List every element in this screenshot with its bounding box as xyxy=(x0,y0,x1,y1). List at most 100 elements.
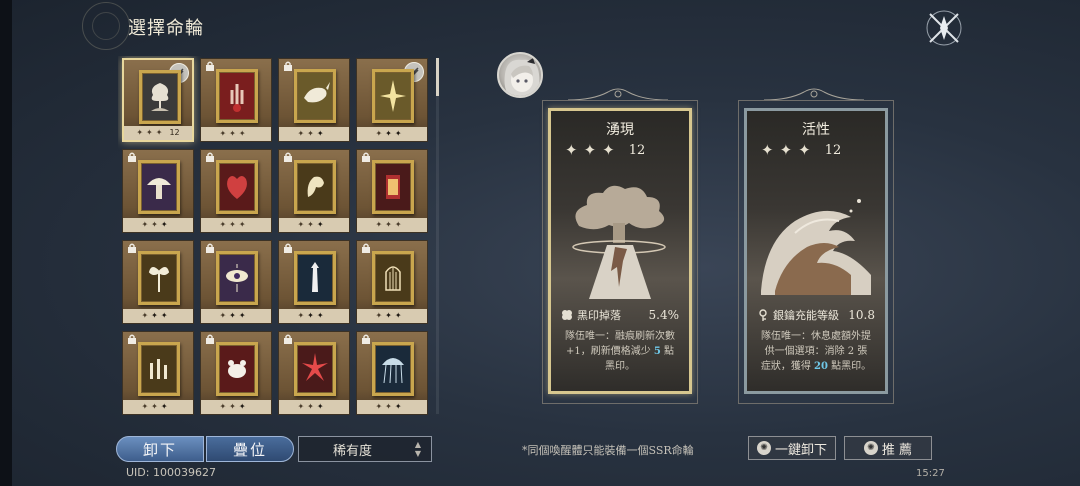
desc-line: +1，刷新價格減少 xyxy=(565,346,651,357)
diamond-star-icon: ✦ xyxy=(297,311,305,320)
lock-icon xyxy=(284,243,292,253)
card-art-frame xyxy=(216,251,258,305)
desc-line: 供一個選項：消除 2 張 xyxy=(764,346,868,357)
heart-art-icon xyxy=(227,176,247,199)
wheel-card[interactable]: ✦ ✦ ✦ xyxy=(356,58,428,142)
diamond-star-icon: ✦ xyxy=(146,128,153,137)
card-rank: ✦ ✦ ✦ 12 xyxy=(124,126,192,140)
lock-icon xyxy=(206,152,214,162)
stack-button[interactable]: 疊位 xyxy=(206,436,294,462)
card-rank: ✦ ✦ ✦ xyxy=(357,218,427,232)
wheel-card[interactable]: ✦ ✦ ✦ xyxy=(356,149,428,233)
lock-icon xyxy=(206,61,214,71)
card-rank: ✦ ✦ ✦ xyxy=(279,309,349,323)
lock-icon xyxy=(362,243,370,253)
wheel-card[interactable]: ✦ ✦ ✦ xyxy=(356,331,428,415)
gear-icon: ✺ xyxy=(863,441,878,455)
grid-scrollbar-track[interactable] xyxy=(436,58,439,414)
card-rank: ✦ ✦ ✦ xyxy=(201,400,271,414)
diamond-star-icon: ✦ xyxy=(297,402,305,411)
lock-icon xyxy=(206,243,214,253)
card-art-frame xyxy=(139,70,181,124)
diamond-star-icon: ✦ xyxy=(316,402,324,411)
wheel-card[interactable]: ✦ ✦ ✦ xyxy=(122,331,194,415)
wheel-card[interactable]: ✦ ✦ ✦ 12 xyxy=(122,58,194,142)
desc-line: 黑印。 xyxy=(605,361,635,372)
card-rank: ✦ ✦ ✦ xyxy=(201,218,271,232)
card-rank: ✦ ✦ ✦ xyxy=(279,127,349,141)
rat-art-icon xyxy=(228,360,246,378)
desc-highlight: 20 xyxy=(814,361,828,372)
diamond-star-icon: ✦ xyxy=(307,311,314,320)
diamond-star-icon: ✦ xyxy=(229,402,236,411)
wheel-card[interactable]: ✦ ✦ ✦ xyxy=(356,240,428,324)
diamond-star-icon: ✦ xyxy=(136,128,144,137)
wheel-card[interactable]: ✦ ✦ ✦ xyxy=(278,240,350,324)
card-rank: ✦ ✦ ✦ xyxy=(279,218,349,232)
wheel-card[interactable]: ✦ ✦ ✦ xyxy=(200,331,272,415)
desc-line: 點黑印。 xyxy=(831,361,872,372)
card-art-frame xyxy=(294,251,336,305)
wheel-detail-panel-vitality[interactable]: 活性 ✦ ✦ ✦ 12 銀鑰充能等級 10.8 隊伍唯一：休息處額外提 供一個選… xyxy=(744,108,888,394)
diamond-star-icon: ✦ xyxy=(385,311,392,320)
diamond-star-icon: ✦ xyxy=(375,220,383,229)
wheel-card[interactable]: ✦ ✦ ✦ xyxy=(200,58,272,142)
gear-icon: ✺ xyxy=(756,441,771,455)
diamond-star-icon: ✦ xyxy=(238,220,246,229)
diamond-star-icon: ✦ xyxy=(160,402,168,411)
wheel-card[interactable]: ✦ ✦ ✦ xyxy=(200,240,272,324)
volcano-art-icon xyxy=(572,185,666,299)
recommend-label: 推 薦 xyxy=(881,442,913,458)
wheel-card[interactable]: ✦ ✦ ✦ xyxy=(122,149,194,233)
diamond-star-icon: ✦ xyxy=(160,220,168,229)
recommend-button[interactable]: ✺ 推 薦 xyxy=(844,436,932,460)
wheel-card[interactable]: ✦ ✦ ✦ xyxy=(278,149,350,233)
whale-art-icon xyxy=(304,82,330,103)
stat-value: 10.8 xyxy=(848,308,875,322)
wheel-card[interactable]: ✦ ✦ ✦ xyxy=(122,240,194,324)
wheel-card[interactable]: ✦ ✦ ✦ xyxy=(278,58,350,142)
title-ornament-inner xyxy=(92,12,120,40)
close-icon[interactable] xyxy=(922,6,966,50)
card-grid: ✦ ✦ ✦ 12 ✦ ✦ ✦ ✦ ✦ ✦ ✦ ✦ ✦ ✦ ✦ ✦ ✦ ✦ ✦ ✦ ✦ ✦ ✦ ✦ ✦ ✦ ✦ ✦ ✦ ✦ ✦ ✦ ✦ ✦ ✦ ✦ ✦ ✦ ✦… xyxy=(118,56,430,416)
diamond-star-icon: ✦ xyxy=(583,141,597,159)
spark-art-icon xyxy=(380,80,406,112)
screen-edge xyxy=(0,0,12,486)
diamond-star-icon: ✦ xyxy=(779,141,793,159)
desc-highlight: 5 xyxy=(653,346,661,357)
hand2-art-icon xyxy=(307,176,324,197)
character-avatar[interactable] xyxy=(497,52,543,98)
diamond-star-icon: ✦ xyxy=(219,311,227,320)
diamond-star-icon: ✦ xyxy=(375,129,383,138)
diamond-star-icon: ✦ xyxy=(229,220,236,229)
lock-icon xyxy=(284,334,292,344)
diamond-star-icon: ✦ xyxy=(238,311,246,320)
diamond-star-icon: ✦ xyxy=(151,220,158,229)
stat-label: 黑印掉落 xyxy=(577,309,621,322)
diamond-star-icon: ✦ xyxy=(229,129,236,138)
card-art-frame xyxy=(138,160,180,214)
diamond-star-icon: ✦ xyxy=(238,129,246,138)
card-rank: ✦ ✦ ✦ xyxy=(201,309,271,323)
diamond-star-icon: ✦ xyxy=(141,402,149,411)
diamond-star-icon: ✦ xyxy=(385,220,392,229)
lock-icon xyxy=(362,334,370,344)
wave-art-icon xyxy=(761,199,871,295)
panel-level: 12 xyxy=(824,142,842,158)
card-count: 12 xyxy=(169,128,180,137)
lantern-art-icon xyxy=(386,175,400,199)
diamond-star-icon: ✦ xyxy=(160,311,168,320)
hand-art-icon xyxy=(230,84,244,112)
diamond-star-icon: ✦ xyxy=(307,402,314,411)
diamond-star-icon: ✦ xyxy=(375,402,383,411)
wheel-card[interactable]: ✦ ✦ ✦ xyxy=(200,149,272,233)
wheel-detail-panel-emergence[interactable]: 湧現 ✦ ✦ ✦ 12 黑印掉落 5.4% 隊伍唯一：融痕刷新次數 +1，刷新價… xyxy=(548,108,692,394)
page-title: 選擇命輪 xyxy=(128,18,204,39)
auto-unequip-button[interactable]: ✺ 一鍵卸下 xyxy=(748,436,836,460)
unequip-button[interactable]: 卸下 xyxy=(116,436,204,462)
rarity-sort-select[interactable]: 稀有度 ▲ ▼ xyxy=(298,436,432,462)
auto-unequip-label: 一鍵卸下 xyxy=(774,442,827,458)
panel-description: 隊伍唯一：休息處額外提 供一個選項：消除 2 張 症狀，獲得 20 點黑印。 xyxy=(755,329,877,374)
wheel-card[interactable]: ✦ ✦ ✦ xyxy=(278,331,350,415)
grid-scrollbar-thumb[interactable] xyxy=(436,58,439,96)
